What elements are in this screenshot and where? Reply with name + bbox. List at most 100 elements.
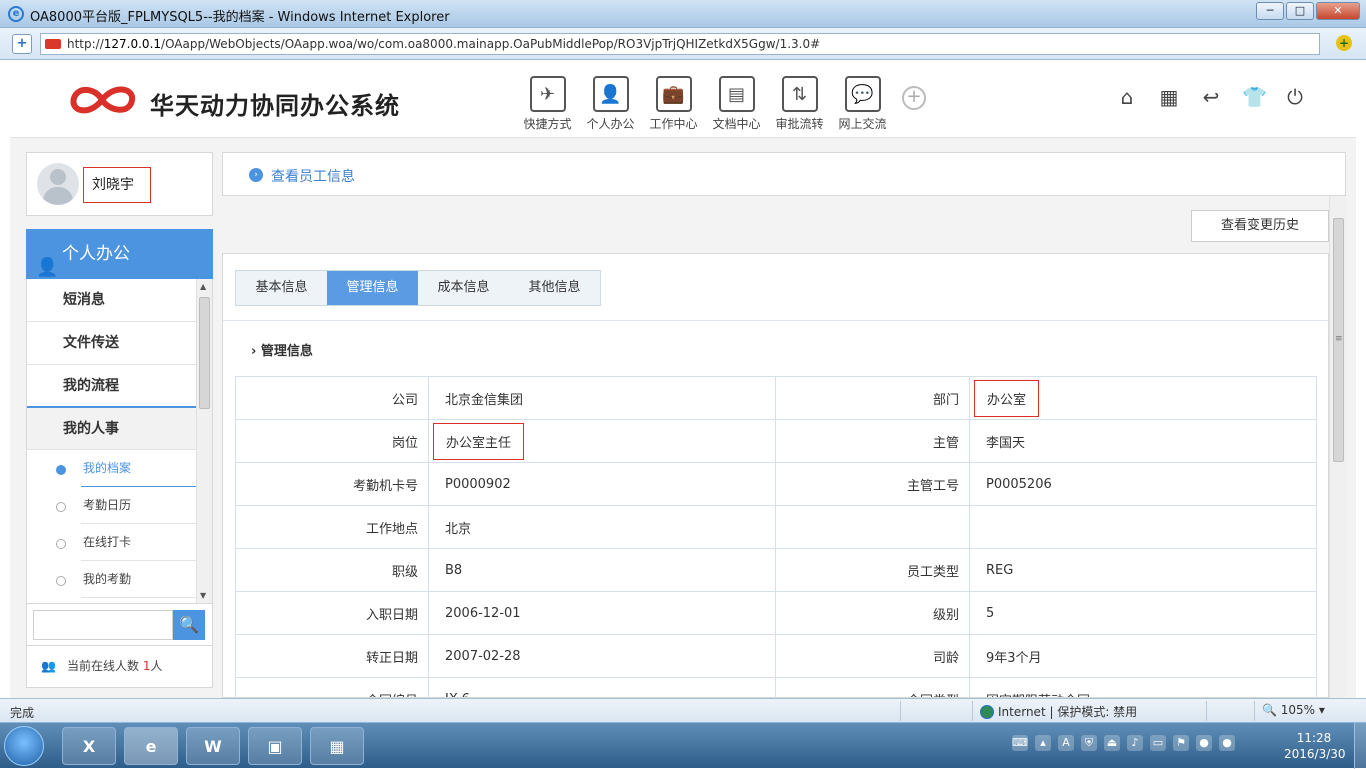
sidebar-subitem-my-attendance[interactable]: 我的考勤: [27, 561, 197, 598]
ie-icon[interactable]: e: [124, 727, 178, 765]
input-method-icon[interactable]: A: [1058, 735, 1074, 751]
qq2-icon[interactable]: ●: [1219, 735, 1235, 751]
topnav-shortcut[interactable]: ✈ 快捷方式: [516, 76, 579, 132]
sidebar-item-my-hr[interactable]: 我的人事: [27, 408, 197, 450]
field-value: 2007-02-28: [428, 634, 776, 678]
usb-icon[interactable]: ⏏: [1104, 735, 1120, 751]
start-button[interactable]: [4, 726, 44, 766]
field-label: 主管: [775, 419, 970, 463]
app-name: 华天动力协同办公系统: [150, 92, 400, 120]
top-nav: ✈ 快捷方式 👤 个人办公 💼 工作中心 ▤ 文档中心 ⇅ 审批流转 💬 网上交流 +: [516, 76, 926, 132]
network-icon[interactable]: ▭: [1150, 735, 1166, 751]
search-button[interactable]: 🔍: [173, 610, 205, 640]
field-label: 合同类型: [775, 677, 970, 697]
section-title: › 管理信息: [251, 340, 313, 359]
back-icon[interactable]: ↩: [1200, 86, 1222, 108]
url-field[interactable]: http://127.0.0.1/OAapp/WebObjects/OAapp.…: [40, 33, 1320, 55]
flag-icon[interactable]: ⚑: [1173, 735, 1189, 751]
clock[interactable]: 11:28 2016/3/30: [1284, 730, 1346, 762]
info-table: 公司 北京金信集团 部门 办公室 岗位 办公室主任 主管 李国天 考勤机卡号 P…: [235, 376, 1317, 697]
grid-icon[interactable]: ▦: [1158, 86, 1180, 108]
field-value: P0005206: [969, 462, 1317, 506]
field-value: 北京金信集团: [428, 376, 776, 420]
section-title-text: 管理信息: [260, 344, 313, 359]
view-history-button[interactable]: 查看变更历史: [1191, 210, 1329, 242]
employee-info-panel: 基本信息 管理信息 成本信息 其他信息 › 管理信息 公司 北京金信集团 部门 …: [222, 253, 1329, 698]
scrollbar-thumb[interactable]: [199, 297, 210, 409]
topnav-work-center[interactable]: 💼 工作中心: [642, 76, 705, 132]
table-row: 转正日期 2007-02-28 司龄 9年3个月: [235, 634, 1317, 678]
new-tab-icon[interactable]: +: [12, 34, 32, 54]
tab-cost-info[interactable]: 成本信息: [418, 271, 509, 305]
breadcrumb: › 查看员工信息: [222, 152, 1346, 196]
avatar[interactable]: [37, 163, 79, 205]
search-input[interactable]: [33, 610, 173, 640]
word-icon[interactable]: W: [186, 727, 240, 765]
qq-icon[interactable]: ●: [1196, 735, 1212, 751]
address-bar: + http://127.0.0.1/OAapp/WebObjects/OAap…: [0, 28, 1366, 60]
go-icon[interactable]: +: [1336, 35, 1352, 51]
table-row: 合同编号 JX-6 合同类型 固定期限劳动合同: [235, 677, 1317, 697]
chat-icon: 💬: [844, 76, 881, 112]
field-value: REG: [969, 548, 1317, 592]
field-label: 公司: [235, 376, 429, 420]
field-value: 办公室主任: [428, 419, 776, 463]
close-button[interactable]: ✕: [1316, 2, 1360, 20]
field-label: [775, 505, 970, 549]
volume-icon[interactable]: ♪: [1127, 735, 1143, 751]
topnav-label: 网上交流: [838, 117, 887, 131]
field-value: 5: [969, 591, 1317, 635]
topnav-label: 快捷方式: [523, 117, 572, 131]
sidebar-item-my-workflow[interactable]: 我的流程: [27, 365, 197, 408]
table-row: 工作地点 北京: [235, 505, 1317, 549]
sidebar-scrollbar[interactable]: ▲ ▼: [196, 279, 212, 603]
shield-icon[interactable]: ⛨: [1081, 735, 1097, 751]
field-label: 级别: [775, 591, 970, 635]
sidebar-subitem-online-clock-in[interactable]: 在线打卡: [27, 524, 197, 561]
add-icon[interactable]: +: [902, 86, 926, 110]
excel-icon[interactable]: X: [62, 727, 116, 765]
scroll-up-icon[interactable]: ▲: [200, 282, 206, 291]
tab-other-info[interactable]: 其他信息: [509, 271, 600, 305]
calculator-icon[interactable]: ▦: [310, 727, 364, 765]
topnav-chat[interactable]: 💬 网上交流: [831, 76, 894, 132]
sidebar-item-file-transfer[interactable]: 文件传送: [27, 322, 197, 365]
sidebar-subitem-attendance-calendar[interactable]: 考勤日历: [27, 487, 197, 524]
topnav-document-center[interactable]: ▤ 文档中心: [705, 76, 768, 132]
photo-icon[interactable]: ▣: [248, 727, 302, 765]
tray-arrow-icon[interactable]: ▴: [1035, 735, 1051, 751]
show-desktop-button[interactable]: [1354, 723, 1366, 769]
home-icon[interactable]: ⌂: [1116, 86, 1138, 108]
main-scrollbar[interactable]: ≡: [1329, 196, 1346, 698]
field-label: 职级: [235, 548, 429, 592]
keyboard-icon[interactable]: ⌨: [1012, 735, 1028, 751]
maximize-button[interactable]: □: [1286, 2, 1314, 20]
tab-basic-info[interactable]: 基本信息: [236, 271, 327, 305]
sidebar-item-messages[interactable]: 短消息: [27, 279, 197, 322]
power-icon[interactable]: ⏻: [1284, 86, 1306, 108]
field-value: 李国天: [969, 419, 1317, 463]
zone-text: Internet | 保护模式: 禁用: [998, 705, 1138, 719]
zoom-text: 105%: [1280, 703, 1316, 717]
person-icon: 👤: [592, 76, 629, 112]
user-name: 刘晓宇: [83, 167, 151, 203]
field-label: 部门: [775, 376, 970, 420]
topnav-approval[interactable]: ⇅ 审批流转: [768, 76, 831, 132]
field-label: 入职日期: [235, 591, 429, 635]
online-users: 👥 当前在线人数 1人: [26, 646, 213, 688]
sidebar-subitem-my-profile[interactable]: 我的档案: [27, 450, 197, 487]
status-text: 完成: [10, 706, 35, 720]
shirt-icon[interactable]: 👕: [1242, 86, 1267, 108]
zoom-level[interactable]: 🔍 105% ▾: [1262, 703, 1325, 717]
subitem-label: 在线打卡: [83, 535, 132, 549]
topnav-personal-office[interactable]: 👤 个人办公: [579, 76, 642, 132]
highlighted-value: 办公室主任: [433, 422, 525, 460]
url-host: 127.0.0.1: [103, 37, 162, 51]
sidebar-header[interactable]: 👤 个人办公: [26, 229, 213, 279]
minimize-button[interactable]: ─: [1256, 2, 1284, 20]
tab-bar: 基本信息 管理信息 成本信息 其他信息: [235, 270, 601, 306]
security-zone[interactable]: Internet | 保护模式: 禁用: [980, 703, 1137, 720]
field-value: P0000902: [428, 462, 776, 506]
tab-management-info[interactable]: 管理信息: [327, 271, 418, 305]
scroll-down-icon[interactable]: ▼: [200, 591, 206, 600]
